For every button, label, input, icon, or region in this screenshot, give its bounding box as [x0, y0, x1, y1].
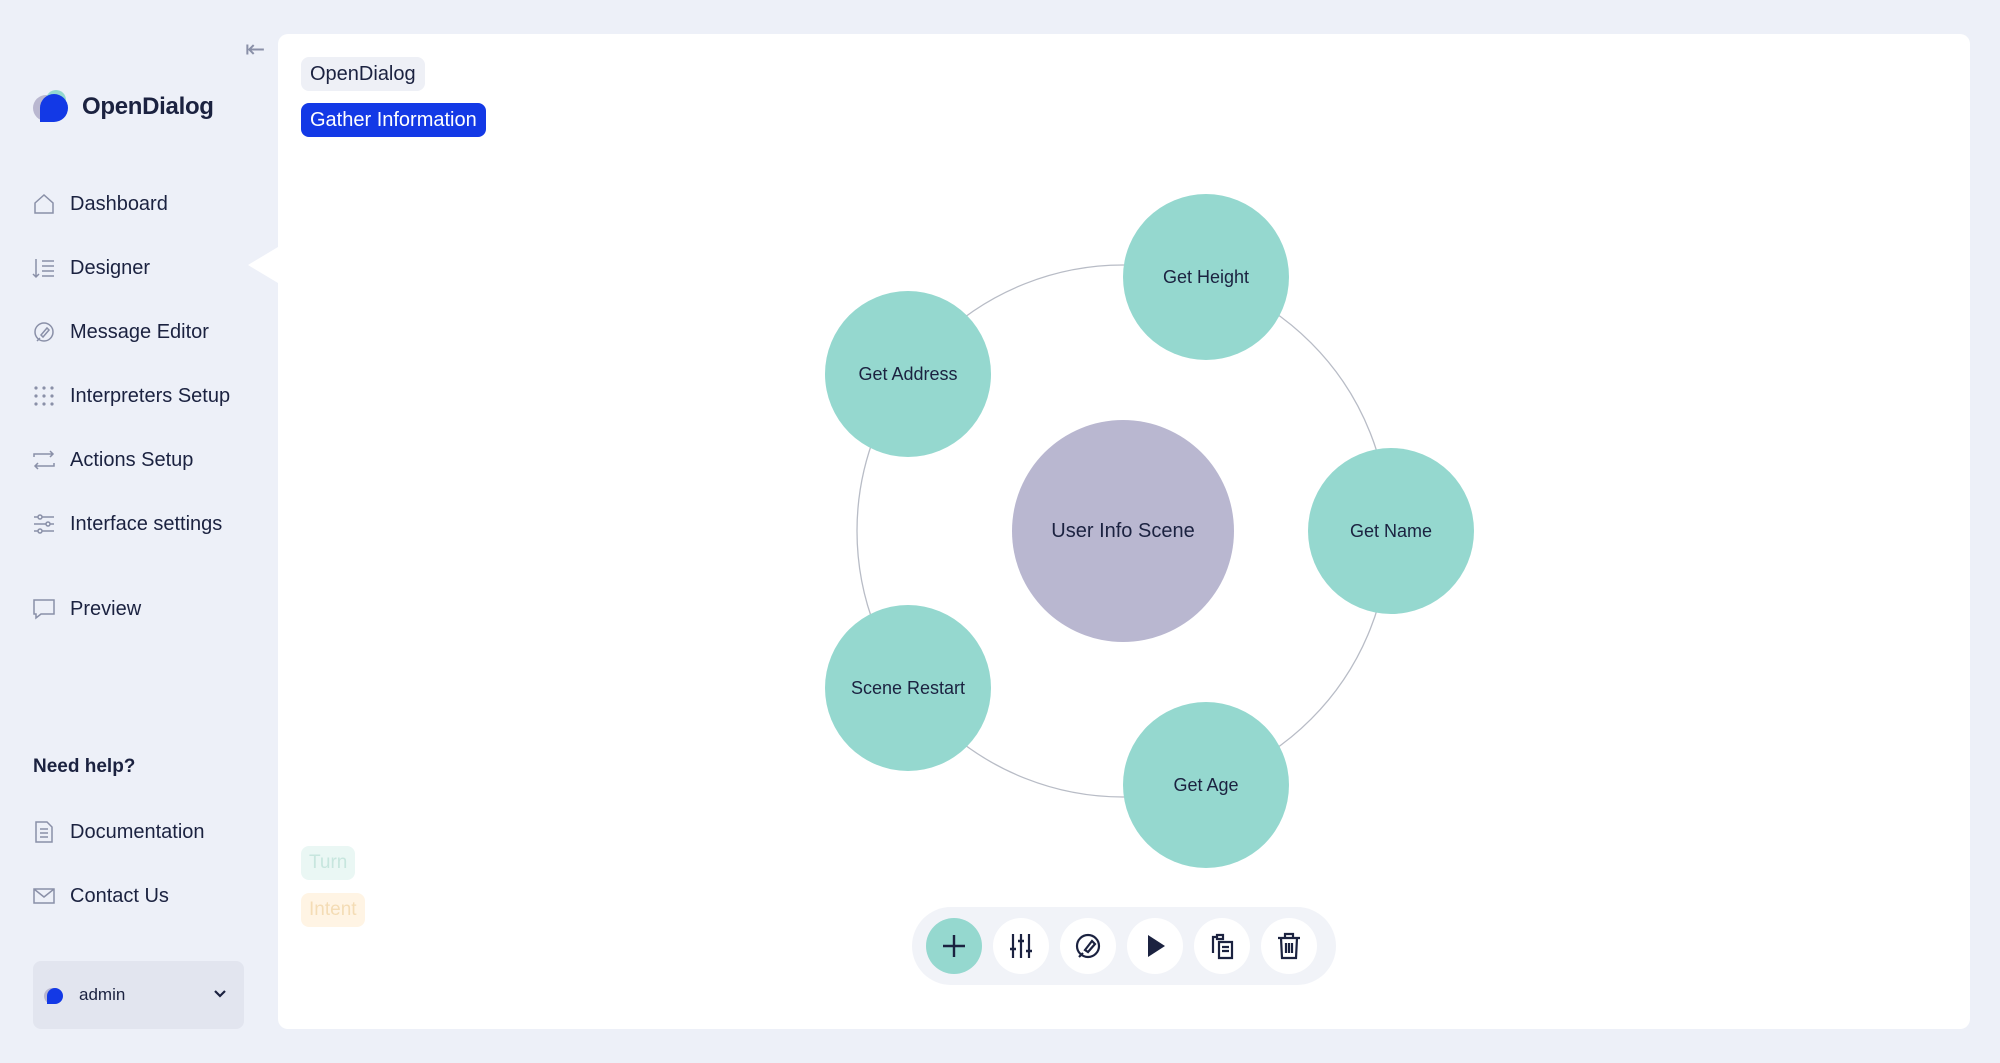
- user-name: admin: [79, 985, 126, 1004]
- turn-node-label: Get Name: [1349, 520, 1433, 541]
- turn-node-label: Scene Restart: [850, 677, 966, 698]
- message-edit-icon: [1075, 933, 1101, 959]
- home-icon: [34, 193, 54, 214]
- logo-text: OpenDialog: [82, 93, 214, 120]
- turn-node-get-name[interactable]: Get Name: [1308, 448, 1474, 614]
- delete-button[interactable]: [1261, 918, 1317, 974]
- nav-label: Designer: [70, 256, 151, 279]
- opendialog-logo-icon: [33, 90, 68, 122]
- nav-item-interface-settings[interactable]: Interface settings: [32, 504, 252, 544]
- duplicate-button[interactable]: [1194, 918, 1250, 974]
- turn-node-get-address[interactable]: Get Address: [825, 291, 991, 457]
- preview-button[interactable]: [1127, 918, 1183, 974]
- nav-item-interpreters-setup[interactable]: Interpreters Setup: [32, 376, 252, 416]
- nav-label: Interpreters Setup: [70, 384, 231, 407]
- legend-turn: Turn: [301, 846, 356, 880]
- turn-node-scene-restart[interactable]: Scene Restart: [825, 605, 991, 771]
- collapse-sidebar-button[interactable]: ⇤: [240, 36, 270, 64]
- user-menu[interactable]: admin: [33, 961, 244, 1029]
- scene-node-label: User Info Scene: [1051, 519, 1195, 542]
- turn-node-get-height[interactable]: Get Height: [1123, 194, 1289, 360]
- sliders-vertical-icon: [1010, 934, 1032, 958]
- nav-item-contact-us[interactable]: Contact Us: [32, 876, 252, 916]
- nav-label: Documentation: [70, 820, 205, 843]
- trash-icon: [1278, 932, 1300, 960]
- play-icon: [1148, 935, 1165, 957]
- scene-node[interactable]: User Info Scene: [1012, 420, 1234, 642]
- document-icon: [35, 821, 53, 843]
- chat-bubble-icon: [33, 599, 55, 620]
- chevron-down-icon: [212, 985, 228, 1006]
- nav-label: Actions Setup: [70, 448, 194, 471]
- clipboard-copy-icon: [1211, 933, 1234, 960]
- nav-item-actions-setup[interactable]: Actions Setup: [32, 440, 252, 480]
- mail-icon: [33, 888, 55, 904]
- help-title: Need help?: [33, 756, 136, 777]
- swap-arrows-icon: [33, 450, 55, 470]
- legend-intent: Intent: [301, 893, 365, 927]
- nav-item-dashboard[interactable]: Dashboard: [32, 184, 252, 224]
- nav-label: Dashboard: [70, 192, 168, 215]
- designer-icon: [32, 259, 54, 279]
- active-nav-indicator: [248, 247, 278, 283]
- plus-icon: [943, 935, 965, 957]
- message-edit-icon: [34, 322, 54, 342]
- nav-item-designer[interactable]: Designer: [32, 248, 252, 288]
- turn-node-label: Get Height: [1162, 266, 1250, 287]
- canvas-toolbar: [912, 907, 1336, 985]
- designer-canvas[interactable]: OpenDialog Gather Information User Info …: [278, 34, 1970, 1029]
- nav-item-preview[interactable]: Preview: [32, 589, 252, 629]
- messages-button[interactable]: [1060, 918, 1116, 974]
- turn-node-label: Get Age: [1173, 774, 1239, 795]
- logo[interactable]: OpenDialog: [32, 86, 214, 128]
- nav-label: Message Editor: [70, 320, 209, 343]
- nav-item-documentation[interactable]: Documentation: [32, 812, 252, 852]
- nav-label: Contact Us: [70, 884, 169, 907]
- avatar: [44, 988, 63, 1004]
- nav-item-message-editor[interactable]: Message Editor: [32, 312, 252, 352]
- nav-label: Interface settings: [70, 512, 223, 535]
- sidebar: ⇤ OpenDialog Dashboard Designer Message …: [0, 0, 278, 1063]
- add-button[interactable]: [926, 918, 982, 974]
- dots-grid-icon: [34, 386, 54, 406]
- arrow-to-left-icon: ⇤: [244, 36, 266, 63]
- settings-button[interactable]: [993, 918, 1049, 974]
- sliders-icon: [34, 514, 54, 534]
- turn-node-get-age[interactable]: Get Age: [1123, 702, 1289, 868]
- turn-node-label: Get Address: [858, 363, 958, 384]
- nav-label: Preview: [70, 597, 142, 620]
